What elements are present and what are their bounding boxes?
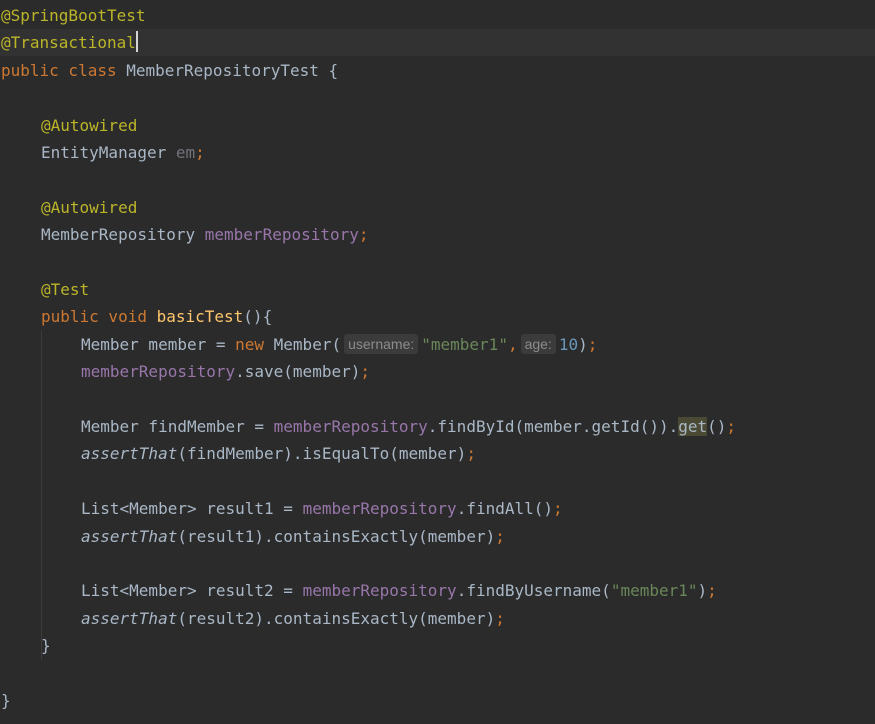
code-token-keyword: ;	[195, 143, 205, 162]
code-token-keyword: ;	[358, 225, 369, 245]
code-token-string: "member1"	[421, 334, 508, 354]
code-token-plain: Member findMember =	[81, 417, 274, 436]
code-line[interactable]: memberRepository.save(member);	[0, 358, 370, 385]
code-line[interactable]: public class MemberRepositoryTest {	[0, 57, 338, 84]
code-token-plain: (findMember).isEqualTo(member)	[177, 444, 467, 464]
code-token-number: 10	[558, 334, 579, 354]
code-line[interactable]	[0, 386, 1, 413]
code-token-annotation: @Autowired	[41, 115, 138, 135]
code-token-plain: .findAll()	[456, 499, 554, 519]
code-line[interactable]	[0, 249, 1, 276]
code-token-annotation: @Test	[41, 280, 90, 299]
code-line[interactable]: public void basicTest(){	[0, 303, 272, 330]
code-token-annotation: @Autowired	[41, 197, 138, 217]
code-line[interactable]: @Autowired	[0, 194, 137, 221]
code-token-keyword: ;	[726, 417, 737, 436]
code-token-matched: get	[678, 417, 708, 436]
code-token-field: memberRepository	[302, 499, 457, 519]
code-token-plain: EntityManager	[41, 143, 176, 162]
code-token-field: memberRepository	[204, 225, 359, 245]
code-line[interactable]: }	[0, 632, 51, 659]
code-token-keyword: public class	[1, 60, 127, 80]
code-line[interactable]: MemberRepository memberRepository;	[0, 221, 369, 248]
code-line[interactable]: @Transactional	[0, 29, 875, 57]
code-token-plain: MemberRepository	[41, 225, 205, 245]
code-token-keyword: new	[235, 334, 274, 354]
code-token-keyword: public void	[41, 307, 157, 327]
code-token-plain: .save(member)	[235, 362, 361, 382]
code-line[interactable]	[0, 550, 1, 577]
code-token-plain: Member(	[273, 334, 342, 354]
code-token-keyword: ,	[507, 334, 518, 354]
code-line[interactable]: List<Member> result1 = memberRepository.…	[0, 495, 563, 522]
code-token-keyword: ;	[360, 362, 370, 382]
code-token-string: "member1"	[610, 581, 698, 601]
code-token-keyword: ;	[553, 499, 563, 519]
code-line[interactable]: }	[0, 687, 11, 714]
code-token-plain: .findByUsername(	[456, 581, 611, 601]
parameter-name-hint: age:	[520, 333, 556, 354]
code-token-keyword: ;	[495, 526, 505, 546]
code-token-keyword: ;	[466, 444, 476, 464]
code-line[interactable]: @Test	[0, 276, 89, 303]
code-line[interactable]: Member findMember = memberRepository.fin…	[0, 413, 736, 440]
code-line[interactable]: assertThat(result2).containsExactly(memb…	[0, 605, 505, 632]
code-token-plain: )	[697, 581, 708, 601]
code-line[interactable]	[0, 660, 1, 687]
code-line[interactable]: Member member = new Member(username: "mem…	[0, 331, 597, 358]
code-line[interactable]: @Autowired	[0, 112, 137, 139]
code-line[interactable]	[0, 166, 1, 193]
code-line[interactable]: assertThat(result1).containsExactly(memb…	[0, 523, 505, 550]
code-token-plain: MemberRepositoryTest {	[126, 60, 339, 80]
code-token-plain: List<Member> result2 =	[81, 581, 303, 601]
code-token-plain: (result1).containsExactly(member)	[177, 526, 496, 546]
indent-guide	[41, 330, 42, 660]
code-token-plain: }	[41, 636, 51, 656]
code-token-keyword: ;	[495, 608, 505, 628]
code-token-static-method: assertThat	[81, 608, 178, 628]
code-line[interactable]	[0, 468, 1, 495]
code-token-field: memberRepository	[302, 581, 457, 601]
code-token-plain: ()	[707, 417, 727, 436]
code-token-plain: )	[578, 334, 588, 354]
code-editor[interactable]: @SpringBootTest @Transactional public clas…	[0, 0, 875, 724]
code-token-plain: }	[1, 691, 11, 710]
code-token-plain: Member member =	[81, 334, 236, 354]
code-token-field: memberRepository	[81, 362, 236, 382]
code-token-field: memberRepository	[273, 417, 428, 436]
text-caret	[135, 31, 138, 53]
code-token-plain: (result2).containsExactly(member)	[177, 608, 496, 628]
code-line[interactable]: EntityManager em;	[0, 139, 205, 166]
code-token-keyword: ;	[707, 581, 717, 601]
code-token-static-method: assertThat	[81, 444, 178, 464]
code-line[interactable]	[0, 84, 1, 111]
code-token-plain: List<Member> result1 =	[81, 499, 303, 519]
code-token-unused: em	[175, 143, 196, 162]
code-token-plain: (){	[243, 307, 273, 327]
code-token-annotation: @Transactional	[1, 33, 136, 53]
code-line[interactable]: @SpringBootTest	[0, 2, 146, 29]
code-token-plain: .findById(member.getId()).	[427, 417, 679, 436]
parameter-name-hint: username:	[344, 333, 419, 354]
code-token-annotation: @SpringBootTest	[1, 6, 146, 25]
code-line[interactable]: List<Member> result2 = memberRepository.…	[0, 577, 717, 604]
code-line[interactable]: assertThat(findMember).isEqualTo(member)…	[0, 440, 476, 467]
code-token-method-declaration: basicTest	[156, 307, 244, 327]
code-token-static-method: assertThat	[81, 526, 178, 546]
code-token-keyword: ;	[587, 334, 598, 354]
